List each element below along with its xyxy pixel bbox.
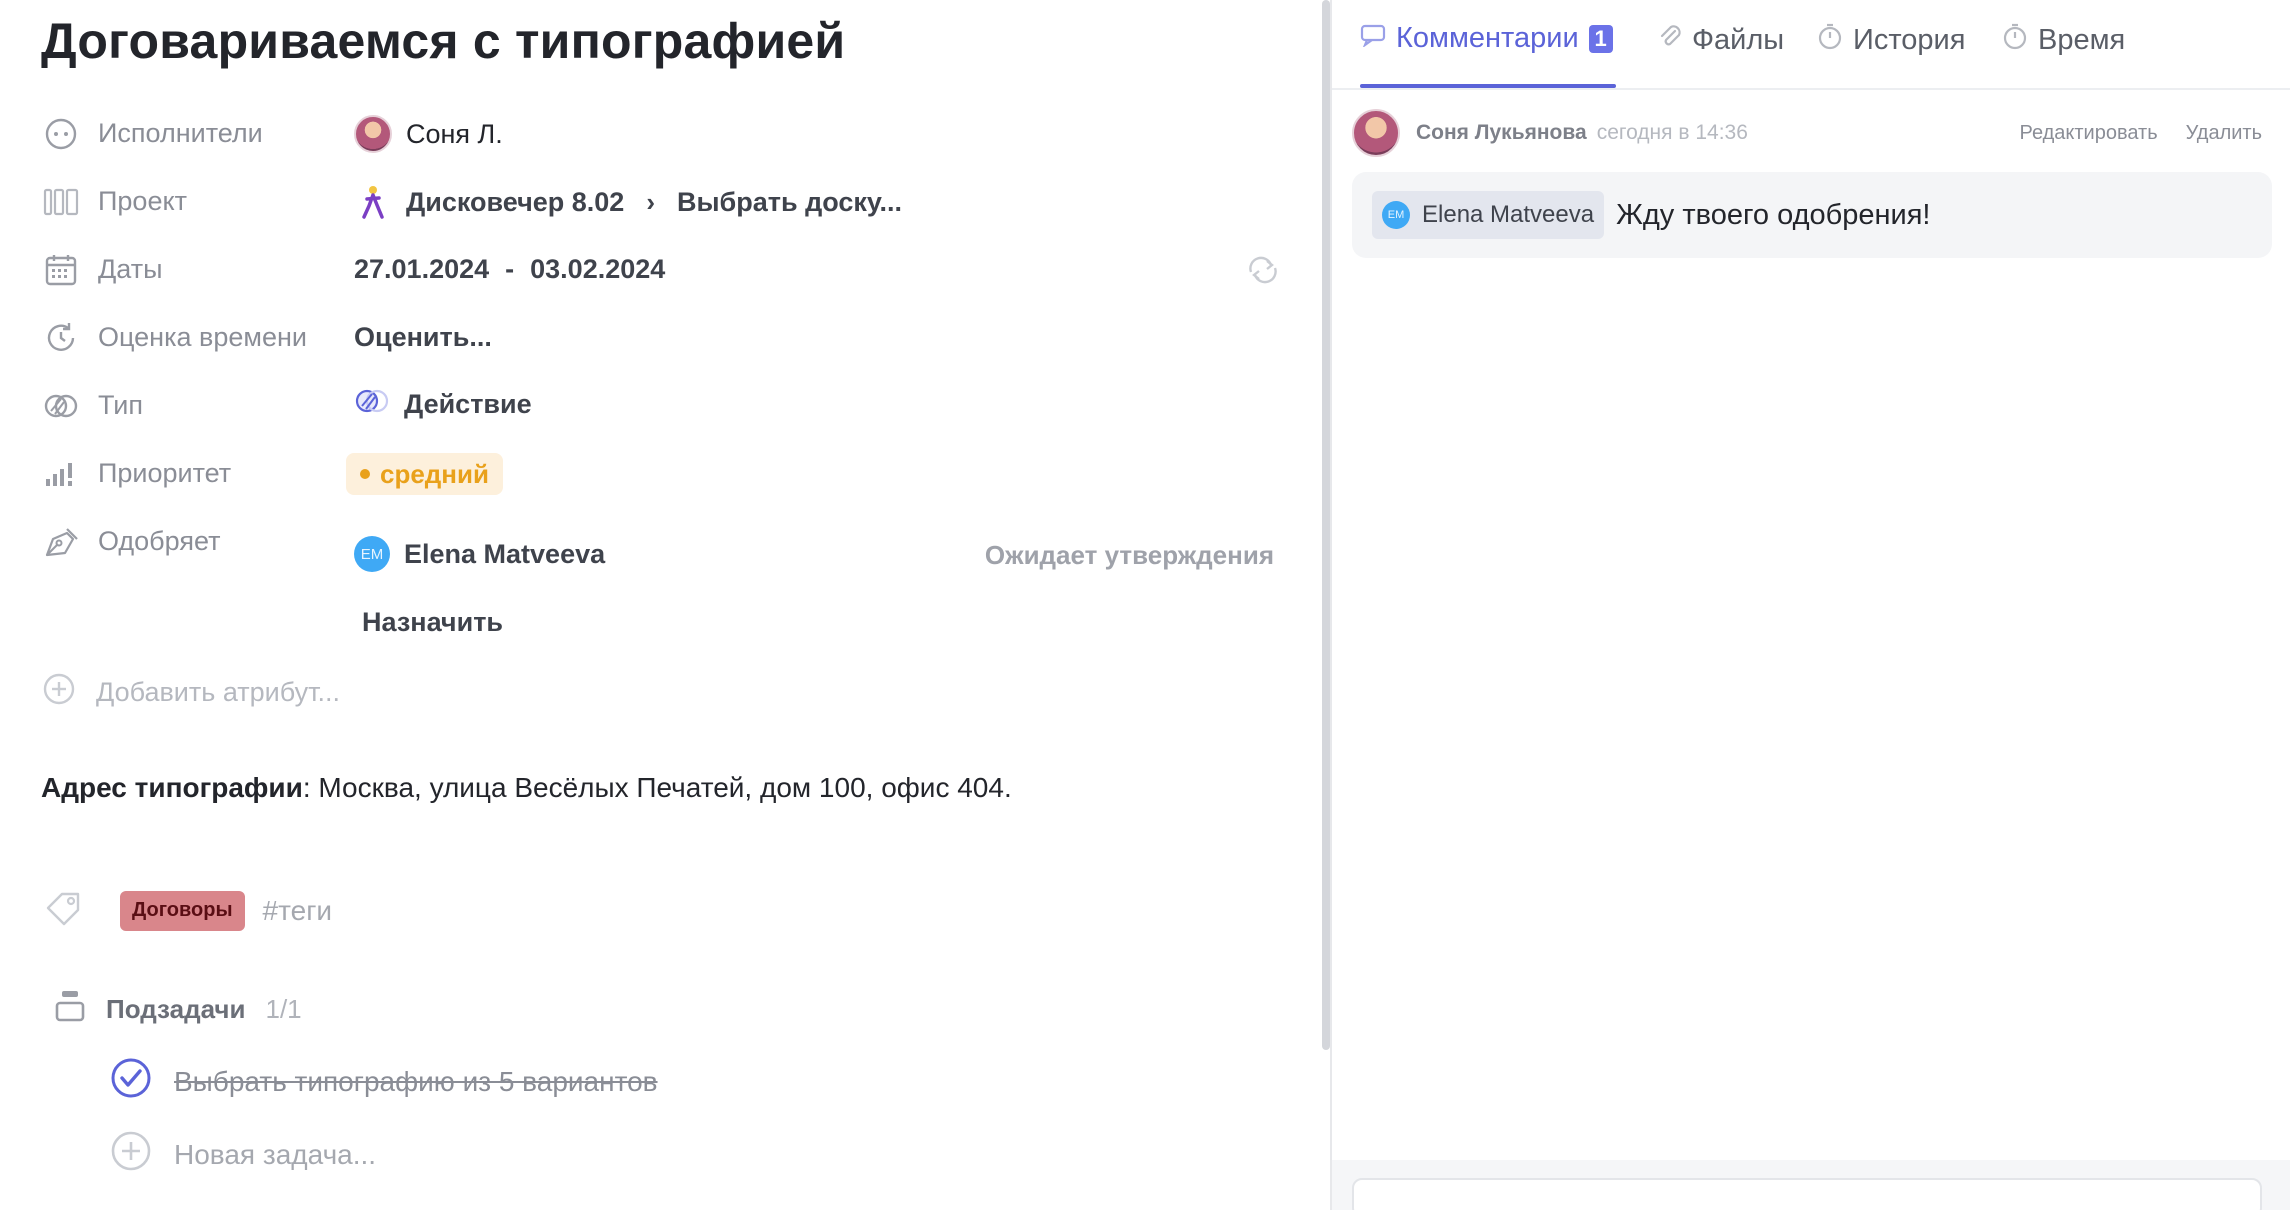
delete-comment-button[interactable]: Удалить	[2186, 122, 2262, 145]
tab-files-label: Файлы	[1692, 23, 1785, 56]
plus-circle-icon	[110, 1130, 152, 1179]
type-field[interactable]: Действие	[354, 387, 532, 422]
subtasks-icon	[54, 988, 86, 1031]
tab-comments-label: Комментарии	[1396, 22, 1579, 54]
stopwatch-icon	[1817, 22, 1843, 58]
subtasks-header: Подзадачи 1/1	[54, 988, 302, 1031]
edit-comment-button[interactable]: Редактировать	[2019, 122, 2157, 145]
new-subtask-input[interactable]: Новая задача...	[110, 1130, 376, 1179]
comment-icon	[1360, 22, 1386, 55]
date-start[interactable]: 27.01.2024	[354, 254, 489, 285]
priority-badge[interactable]: средний	[346, 453, 503, 495]
select-board-link[interactable]: Выбрать доску...	[677, 187, 902, 218]
tab-history-label: История	[1853, 23, 1966, 56]
board-icon	[42, 183, 80, 221]
tag-icon	[44, 888, 84, 933]
mention-name: Elena Matveeva	[1422, 201, 1595, 228]
calendar-icon	[42, 251, 80, 289]
tab-comments[interactable]: Комментарии 1	[1360, 22, 1613, 55]
description-text: : Москва, улица Весёлых Печатей, дом 100…	[302, 772, 1012, 803]
add-attribute-label: Добавить атрибут...	[96, 677, 340, 707]
date-end[interactable]: 03.02.2024	[530, 254, 665, 285]
comment-actions: Редактировать Удалить	[2019, 122, 2262, 145]
left-panel-scrollbar[interactable]	[1322, 0, 1330, 1050]
refresh-clock-icon	[42, 319, 80, 357]
priority-bars-icon	[42, 455, 80, 493]
comments-count-badge: 1	[1588, 24, 1613, 53]
tab-time-label: Время	[2038, 23, 2126, 56]
plus-circle-icon	[42, 672, 76, 713]
assignee-field[interactable]: Соня Л.	[354, 115, 503, 153]
add-attribute-button[interactable]: Добавить атрибут...	[42, 672, 340, 713]
comment-time: сегодня в 14:36	[1596, 121, 1748, 144]
avatar	[1352, 109, 1400, 157]
tab-history[interactable]: История	[1817, 22, 1965, 58]
mention-chip[interactable]: EM Elena Matveeva	[1372, 191, 1605, 239]
comment-author[interactable]: Соня Лукьянова	[1416, 121, 1587, 145]
priority-dot-icon	[360, 469, 370, 479]
task-title[interactable]: Договариваемся с типографией	[41, 12, 845, 70]
date-separator: -	[505, 254, 515, 284]
active-tab-indicator	[1360, 84, 1616, 88]
new-subtask-placeholder: Новая задача...	[174, 1138, 377, 1170]
subtasks-label: Подзадачи	[106, 994, 246, 1024]
check-circle-icon[interactable]	[110, 1057, 152, 1106]
dates-field[interactable]: 27.01.2024 - 03.02.2024	[354, 254, 665, 285]
activity-tabs: Комментарии 1 Файлы История Время	[1332, 0, 2290, 90]
tags-row: Договоры #теги	[44, 888, 332, 933]
repeat-icon[interactable]	[1245, 255, 1281, 290]
project-field[interactable]: Дисковечер 8.02 › Выбрать доску...	[354, 183, 902, 221]
assignee-name: Соня Л.	[406, 118, 503, 149]
tab-files[interactable]: Файлы	[1658, 22, 1784, 58]
priority-label: Приоритет	[98, 458, 232, 488]
project-label: Проект	[98, 186, 187, 216]
description-heading: Адрес типографии	[41, 772, 303, 803]
chevron-right-icon: ›	[646, 186, 655, 217]
task-description[interactable]: Адрес типографии: Москва, улица Весёлых …	[41, 772, 1012, 804]
comment-text: Жду твоего одобрения!	[1616, 198, 1931, 231]
pen-nib-icon	[42, 523, 80, 561]
avatar: EM	[354, 536, 390, 572]
assignees-icon	[42, 115, 80, 153]
type-icon	[42, 387, 80, 425]
type-value: Действие	[404, 389, 532, 419]
approver-field[interactable]: EM Elena Matveeva	[354, 536, 605, 572]
comment-input[interactable]	[1352, 1178, 2262, 1210]
type-label: Тип	[98, 390, 144, 420]
subtask-item[interactable]: Выбрать типографию из 5 вариантов	[110, 1057, 658, 1106]
subtask-title: Выбрать типографию из 5 вариантов	[174, 1065, 658, 1097]
tab-time[interactable]: Время	[2002, 22, 2125, 58]
paperclip-icon	[1658, 22, 1682, 58]
approver-name: Elena Matveeva	[404, 538, 606, 569]
avatar: EM	[1382, 201, 1410, 229]
tags-input[interactable]: #теги	[263, 895, 333, 927]
comment-header: Соня Лукьянова сегодня в 14:36 Редактиро…	[1352, 108, 2272, 158]
dancer-icon	[354, 183, 392, 221]
action-type-icon	[354, 387, 390, 422]
avatar	[354, 115, 392, 153]
stopwatch-icon	[2002, 22, 2028, 58]
approver-label: Одобряет	[98, 526, 221, 556]
estimate-label: Оценка времени	[98, 322, 307, 352]
priority-value: средний	[380, 458, 489, 489]
assign-button[interactable]: Назначить	[362, 607, 503, 638]
project-name[interactable]: Дисковечер 8.02	[406, 187, 624, 218]
activity-panel: Комментарии 1 Файлы История Время Соня Л…	[1332, 0, 2290, 1210]
subtasks-count: 1/1	[265, 994, 302, 1024]
assignees-label: Исполнители	[98, 118, 263, 148]
estimate-field[interactable]: Оценить...	[354, 322, 492, 353]
comment-body: EM Elena Matveeva Жду твоего одобрения!	[1352, 172, 2272, 258]
dates-label: Даты	[98, 254, 163, 284]
task-detail-panel: Договариваемся с типографией Исполнители…	[0, 0, 1322, 1210]
approval-status: Ожидает утверждения	[984, 540, 1274, 570]
tag-chip[interactable]: Договоры	[120, 890, 245, 931]
